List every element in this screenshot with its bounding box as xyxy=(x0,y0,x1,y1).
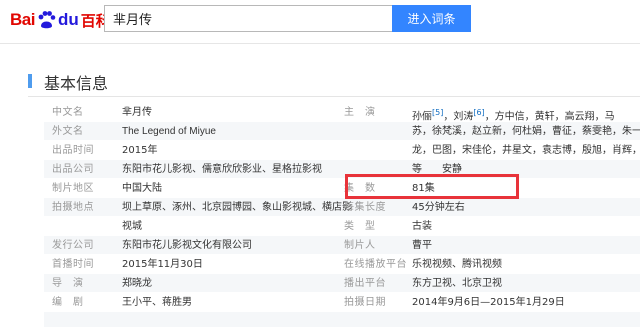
info-value: 坝上草原、涿州、北京园博园、象山影视城、横店影 xyxy=(122,202,352,213)
citation-link[interactable]: [5] xyxy=(432,108,443,117)
top-bar: Bai du 百科 芈月传 进入词条 xyxy=(0,0,640,44)
info-value: 乐视视频、腾讯视频 xyxy=(412,259,502,270)
logo-text-bai: Bai xyxy=(10,10,35,29)
cast-line-2: 苏，徐梵溪，赵立新，何杜娟，曹征，蔡雯艳，朱一 xyxy=(412,126,640,137)
info-label: 制片人 xyxy=(344,240,376,251)
info-label: 制片地区 xyxy=(52,183,94,194)
info-value: 东方卫视、北京卫视 xyxy=(412,278,502,289)
info-label: 外文名 xyxy=(52,126,84,137)
paw-icon xyxy=(36,10,57,30)
info-value: 2015年11月30日 xyxy=(122,259,203,270)
info-value: 芈月传 xyxy=(122,107,152,118)
info-value: 古装 xyxy=(412,221,432,232)
info-label: 中文名 xyxy=(52,107,84,118)
info-value: The Legend of Miyue xyxy=(122,126,216,137)
info-value: 曹平 xyxy=(412,240,432,251)
search-input[interactable]: 芈月传 xyxy=(104,5,392,32)
search-input-value: 芈月传 xyxy=(113,13,153,28)
section-accent-bar xyxy=(28,74,32,88)
info-label: 出品公司 xyxy=(52,164,94,175)
section-divider xyxy=(28,96,640,97)
section-title: 基本信息 xyxy=(44,74,109,93)
info-value: 东阳市花儿影视文化有限公司 xyxy=(122,240,252,251)
info-value: 郑晓龙 xyxy=(122,278,152,289)
info-label: 导 演 xyxy=(52,278,84,289)
row-stripe xyxy=(44,312,640,327)
info-label: 首播时间 xyxy=(52,259,94,270)
info-label: 在线播放平台 xyxy=(344,259,407,270)
info-value: 45分钟左右 xyxy=(412,202,465,213)
info-label: 播出平台 xyxy=(344,278,386,289)
info-value: 2014年9月6日—2015年1月29日 xyxy=(412,297,565,308)
info-value: 王小平、蒋胜男 xyxy=(122,297,192,308)
cast-names: ，方中信，黄轩，高云翔，马 xyxy=(484,111,615,123)
info-value: 视城 xyxy=(122,221,142,232)
info-label: 类 型 xyxy=(344,221,376,232)
citation-link[interactable]: [6] xyxy=(473,108,484,117)
info-label: 编 剧 xyxy=(52,297,84,308)
enter-entry-button[interactable]: 进入词条 xyxy=(392,5,471,32)
info-label: 主 演 xyxy=(344,107,376,118)
logo-text-du: du xyxy=(57,10,79,29)
cast-name-link[interactable]: ，刘涛 xyxy=(443,111,473,122)
info-label: 拍摄地点 xyxy=(52,202,94,213)
baidu-baike-logo[interactable]: Bai du 百科 xyxy=(10,9,111,31)
cast-name-link[interactable]: 孙俪 xyxy=(412,111,432,122)
cast-line-3: 龙，巴图，宋佳伦，井星文，袁志博，殷旭，肖辉， xyxy=(412,145,640,156)
info-value: 中国大陆 xyxy=(122,183,162,194)
info-label: 发行公司 xyxy=(52,240,94,251)
info-label: 每集长度 xyxy=(344,202,386,213)
info-label: 拍摄日期 xyxy=(344,297,386,308)
info-value: 东阳市花儿影视、儒意欣欣影业、星格拉影视 xyxy=(122,164,322,175)
info-label: 出品时间 xyxy=(52,145,94,156)
highlight-box xyxy=(345,174,519,199)
info-value: 2015年 xyxy=(122,145,158,156)
